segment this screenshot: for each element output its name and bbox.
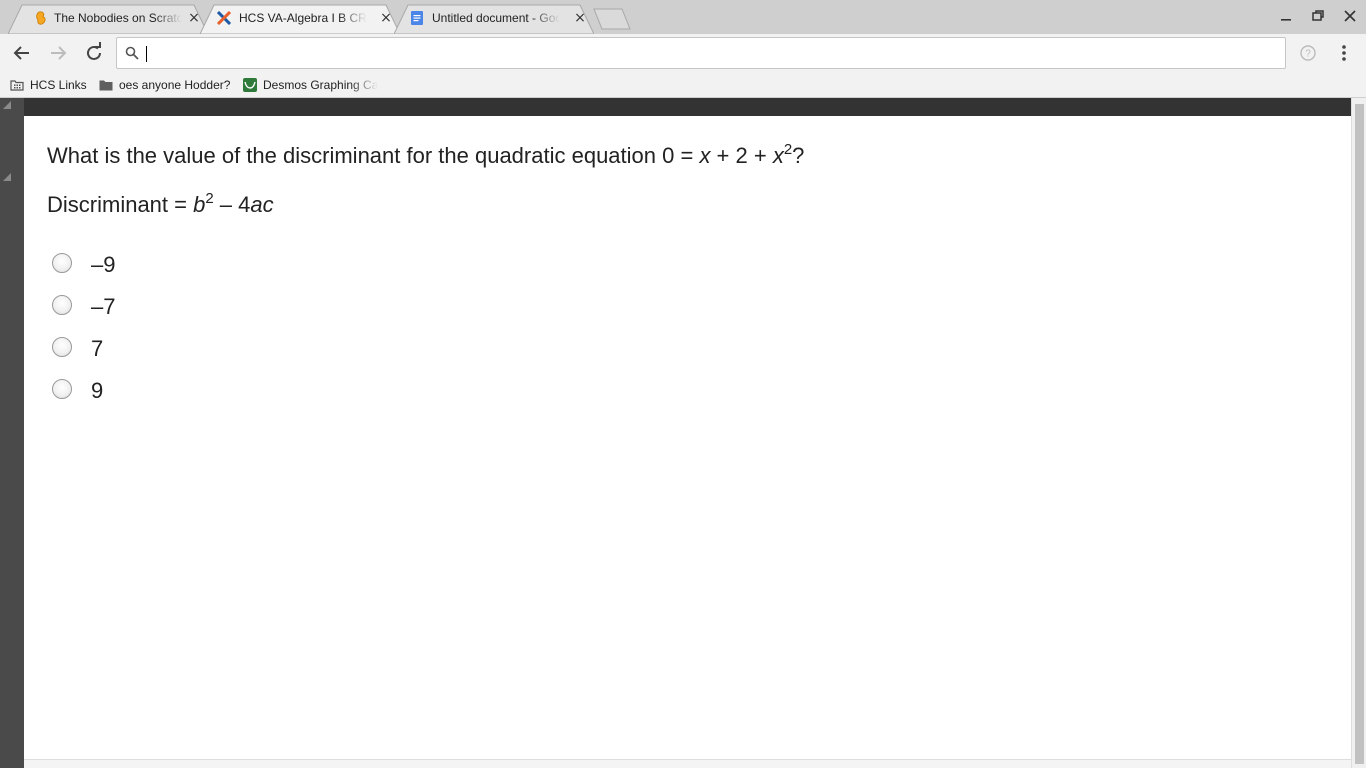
apps-folder-icon: [10, 80, 24, 91]
google-docs-icon: [411, 11, 423, 25]
restore-icon[interactable]: [1308, 6, 1328, 26]
choice-label: –9: [91, 252, 116, 277]
discriminant-formula: Discriminant = b2 – 4ac: [47, 190, 274, 217]
omnibox[interactable]: [116, 37, 1286, 69]
bookmark-desmos[interactable]: Desmos Graphing Ca: [243, 76, 379, 94]
bookmarks-bar: HCS Links oes anyone Hodder? Desmos Grap…: [0, 72, 1366, 98]
answer-choice-3[interactable]: 7: [52, 335, 252, 365]
search-icon: [125, 46, 139, 60]
content-footer: [24, 759, 1351, 768]
bookmark-label: oes anyone Hodder?: [119, 78, 231, 92]
tab-title: Untitled document - Google Docs: [432, 11, 560, 25]
folder-icon: [99, 80, 113, 91]
tab-title: The Nobodies on Scratch: [54, 11, 182, 25]
svg-text:?: ?: [1305, 49, 1311, 60]
tab-strip: The Nobodies on Scratch × HCS VA-Algebra…: [0, 0, 1366, 34]
browser-toolbar: ?: [0, 34, 1366, 72]
collapse-arrow-icon[interactable]: [2, 100, 12, 110]
address-input[interactable]: [145, 44, 1265, 64]
tab-title: HCS VA-Algebra I B CR: [239, 11, 367, 25]
radio-button[interactable]: [52, 295, 72, 315]
forward-arrow-icon[interactable]: [46, 41, 70, 65]
answer-choice-1[interactable]: –9: [52, 251, 252, 281]
expand-arrow-icon[interactable]: [2, 172, 12, 182]
bookmark-hcs-links[interactable]: HCS Links: [10, 76, 90, 94]
radio-button[interactable]: [52, 379, 72, 399]
text-caret: [146, 46, 147, 62]
close-window-icon[interactable]: [1340, 6, 1360, 26]
close-tab-icon[interactable]: ×: [378, 10, 394, 26]
content-header-band: [24, 98, 1351, 116]
scratch-icon: [36, 11, 46, 25]
scrollbar-thumb[interactable]: [1355, 104, 1364, 764]
bookmark-label: HCS Links: [30, 78, 87, 92]
choice-label: –7: [91, 294, 116, 319]
vertical-scrollbar[interactable]: [1351, 98, 1366, 768]
left-rail: [0, 98, 14, 768]
page-area: What is the value of the discriminant fo…: [0, 98, 1366, 768]
close-tab-icon[interactable]: ×: [572, 10, 588, 26]
new-tab-button[interactable]: [592, 8, 632, 30]
edgenuity-icon: [217, 11, 231, 25]
menu-kebab-icon[interactable]: [1332, 41, 1356, 65]
tab-the-nobodies[interactable]: The Nobodies on Scratch ×: [8, 4, 208, 34]
tab-hcs-algebra[interactable]: HCS VA-Algebra I B CR ×: [200, 4, 400, 34]
question-text: What is the value of the discriminant fo…: [47, 141, 805, 168]
radio-button[interactable]: [52, 253, 72, 273]
choice-label: 9: [91, 378, 104, 403]
question-panel: What is the value of the discriminant fo…: [24, 116, 1351, 759]
answer-choice-2[interactable]: –7: [52, 293, 252, 323]
choice-label: 7: [91, 336, 104, 361]
desmos-icon: [243, 78, 257, 92]
back-arrow-icon[interactable]: [10, 41, 34, 65]
tab-untitled-document[interactable]: Untitled document - Google Docs ×: [394, 4, 594, 34]
bookmark-label: Desmos Graphing Ca: [263, 78, 379, 92]
reload-icon[interactable]: [82, 41, 106, 65]
minimize-icon[interactable]: [1276, 6, 1296, 26]
radio-button[interactable]: [52, 337, 72, 357]
help-icon[interactable]: ?: [1296, 41, 1320, 65]
bookmark-oes-anyone-hodder[interactable]: oes anyone Hodder?: [99, 76, 234, 94]
answer-choice-4[interactable]: 9: [52, 377, 252, 407]
